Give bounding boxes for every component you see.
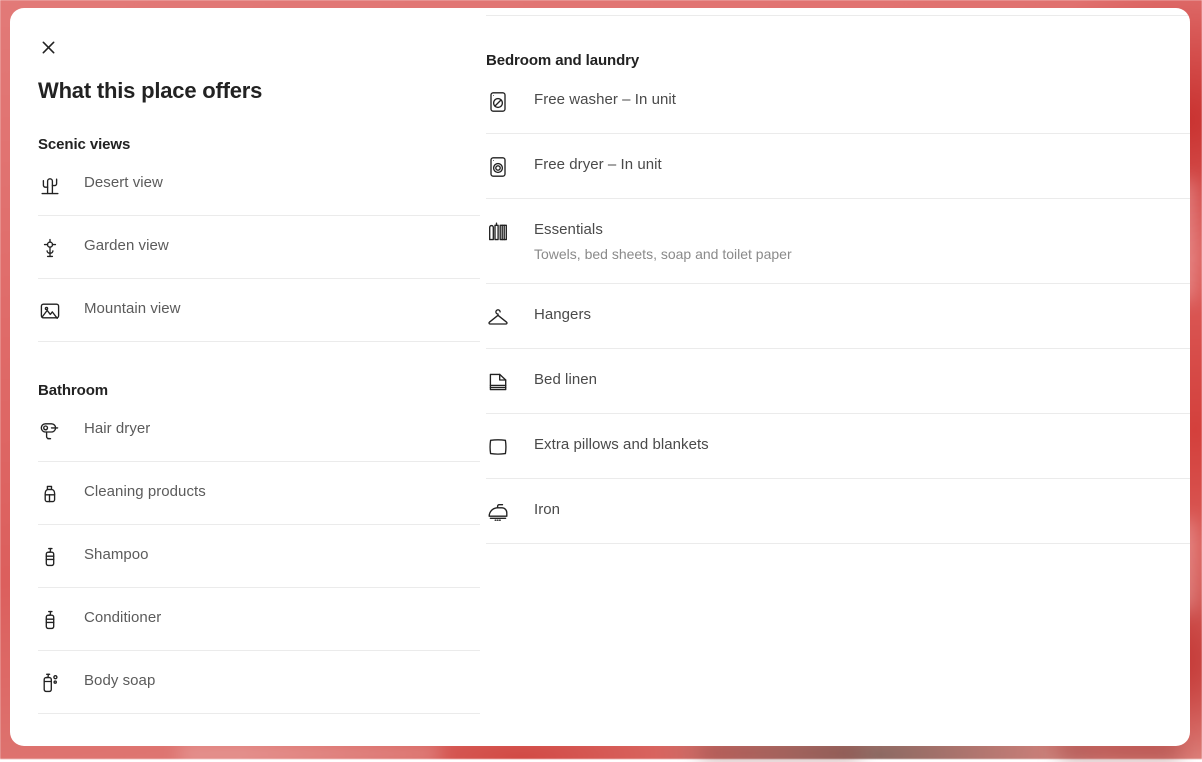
amenity-row: Body soap: [38, 651, 480, 714]
washer-icon: [486, 90, 510, 114]
amenity-row: Conditioner: [38, 588, 480, 651]
amenity-label: Garden view: [84, 236, 480, 256]
amenity-text: Cleaning products: [84, 482, 480, 502]
right-sections: Hot water Shower gel Bedroom and laundry …: [486, 8, 1190, 544]
amenities-columns: What this place offers Scenic views Dese…: [10, 8, 1190, 746]
pump-bottle-icon: [38, 545, 62, 569]
dryer-icon: [486, 155, 510, 179]
amenity-list: Desert view Garden view Mountain view: [38, 153, 474, 342]
soap-bubbles-icon: [38, 671, 62, 695]
amenity-row: Hangers: [486, 284, 1190, 349]
amenity-section: Bathroom Hair dryer Cleaning products Sh…: [28, 376, 474, 714]
amenity-row: Mountain view: [38, 279, 480, 342]
section-heading: Bathroom: [38, 376, 474, 399]
toiletries-icon: [486, 220, 510, 244]
backdrop-shadow: [700, 744, 860, 762]
amenity-section: Hot water Shower gel: [486, 8, 1190, 16]
amenity-row: Iron: [486, 479, 1190, 544]
amenity-row: Free dryer – In unit: [486, 134, 1190, 199]
amenity-label: Shampoo: [84, 545, 480, 565]
amenity-list: Free washer – In unit Free dryer – In un…: [486, 69, 1190, 544]
amenity-row: Shower gel: [486, 8, 1190, 16]
pump-bottle-icon: [38, 608, 62, 632]
amenity-row: Bed linen: [486, 349, 1190, 414]
amenity-section: Bedroom and laundry Free washer – In uni…: [486, 52, 1190, 544]
amenity-text: Garden view: [84, 236, 480, 256]
amenity-row: Free washer – In unit: [486, 69, 1190, 134]
amenity-label: Desert view: [84, 173, 480, 193]
amenity-text: Hangers: [534, 305, 1190, 325]
amenity-label: Bed linen: [534, 370, 1190, 390]
amenity-label: Essentials: [534, 220, 1190, 240]
iron-icon: [486, 500, 510, 524]
amenity-label: Hair dryer: [84, 419, 480, 439]
amenity-label: Conditioner: [84, 608, 480, 628]
amenity-row: Essentials Towels, bed sheets, soap and t…: [486, 199, 1190, 284]
amenity-label: Free dryer – In unit: [534, 155, 1190, 175]
landscape-picture-icon: [38, 299, 62, 323]
amenity-description: Towels, bed sheets, soap and toilet pape…: [534, 244, 1190, 264]
amenity-text: Desert view: [84, 173, 480, 193]
amenity-text: Hair dryer: [84, 419, 480, 439]
section-heading: Bedroom and laundry: [486, 52, 1190, 69]
amenity-label: Cleaning products: [84, 482, 480, 502]
amenity-text: Mountain view: [84, 299, 480, 319]
amenity-row: Hair dryer: [38, 399, 480, 462]
amenity-list: Hair dryer Cleaning products Shampoo Con…: [38, 399, 474, 714]
amenity-text: Bed linen: [534, 370, 1190, 390]
backdrop-highlight: [180, 746, 440, 762]
amenity-text: Free dryer – In unit: [534, 155, 1190, 175]
hanger-icon: [486, 305, 510, 329]
section-heading: Scenic views: [38, 130, 474, 153]
amenity-text: Shampoo: [84, 545, 480, 565]
amenity-label: Hangers: [534, 305, 1190, 325]
amenity-label: Iron: [534, 500, 1190, 520]
flower-icon: [38, 236, 62, 260]
amenity-text: Free washer – In unit: [534, 90, 1190, 110]
amenity-label: Body soap: [84, 671, 480, 691]
amenity-label: Free washer – In unit: [534, 90, 1190, 110]
amenity-row: Cleaning products: [38, 462, 480, 525]
amenities-left-column: What this place offers Scenic views Dese…: [10, 8, 474, 746]
left-sections: Scenic views Desert view Garden view Mou…: [28, 130, 474, 714]
amenity-text: Essentials Towels, bed sheets, soap and t…: [534, 220, 1190, 264]
amenity-text: Extra pillows and blankets: [534, 435, 1190, 455]
amenity-text: Iron: [534, 500, 1190, 520]
pillow-icon: [486, 435, 510, 459]
amenity-text: Body soap: [84, 671, 480, 691]
amenities-modal: What this place offers Scenic views Dese…: [10, 8, 1190, 746]
amenity-row: Desert view: [38, 153, 480, 216]
amenity-label: Mountain view: [84, 299, 480, 319]
amenity-row: Extra pillows and blankets: [486, 414, 1190, 479]
amenity-list: Hot water Shower gel: [486, 8, 1190, 16]
hair-dryer-icon: [38, 419, 62, 443]
spray-bottle-icon: [38, 482, 62, 506]
amenity-section: Scenic views Desert view Garden view Mou…: [28, 130, 474, 342]
cactus-icon: [38, 173, 62, 197]
amenity-row: Garden view: [38, 216, 480, 279]
amenity-text: Conditioner: [84, 608, 480, 628]
bed-linen-icon: [486, 370, 510, 394]
amenities-right-column: Hot water Shower gel Bedroom and laundry …: [474, 8, 1190, 746]
amenity-row: Shampoo: [38, 525, 480, 588]
amenity-label: Extra pillows and blankets: [534, 435, 1190, 455]
page-title: What this place offers: [38, 78, 474, 104]
